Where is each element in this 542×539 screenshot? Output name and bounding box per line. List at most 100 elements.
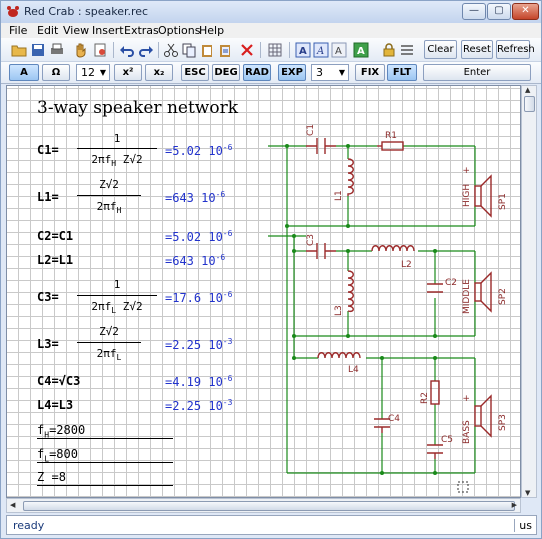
vertical-scrollbar[interactable]: ▲ ▼ <box>521 85 537 498</box>
menu-help[interactable]: Help <box>199 24 224 37</box>
cut-icon[interactable] <box>163 42 179 58</box>
paste-special-icon[interactable] <box>217 42 233 58</box>
label-plus-sp1: + <box>462 166 472 174</box>
junction <box>346 224 350 228</box>
main-toolbar: A A A A Clear Reset Refresh <box>1 38 541 62</box>
menu-file[interactable]: File <box>9 24 27 37</box>
subscript-button[interactable]: x₂ <box>145 64 173 81</box>
open-folder-icon[interactable] <box>11 42 27 58</box>
font-a-icon[interactable]: A <box>295 42 311 58</box>
delete-icon[interactable] <box>239 42 255 58</box>
capacitor-c2 <box>427 283 443 293</box>
scroll-up-arrow-icon[interactable]: ▲ <box>525 86 530 94</box>
reset-button[interactable]: Reset <box>461 40 493 59</box>
label-sp1: SP1 <box>498 193 508 210</box>
font-a-plain-icon[interactable]: A <box>331 42 347 58</box>
toolbar-separator <box>158 42 159 58</box>
flt-button[interactable]: FLT <box>387 64 417 81</box>
format-toolbar: A Ω 12 ▼ x² x₂ ESC DEG RAD EXP 3 ▼ FIX FLT… <box>1 62 541 84</box>
dropdown-arrow-icon: ▼ <box>338 68 345 77</box>
rad-button[interactable]: RAD <box>243 64 271 81</box>
label-c1: C1 <box>306 124 316 136</box>
cursor-box <box>457 481 469 493</box>
label-c3: C3 <box>306 234 316 246</box>
text-color-icon[interactable]: A <box>353 42 369 58</box>
undo-icon[interactable] <box>119 42 135 58</box>
refresh-button[interactable]: Refresh <box>496 40 535 59</box>
font-a-alt-icon[interactable]: A <box>313 42 329 58</box>
lines-icon[interactable] <box>399 42 415 58</box>
redo-icon[interactable] <box>138 42 154 58</box>
enter-button[interactable]: Enter <box>423 64 531 81</box>
toolbar-separator <box>289 42 290 58</box>
svg-text:A: A <box>299 46 307 57</box>
digits-value: 3 <box>316 66 323 79</box>
junction <box>285 224 289 228</box>
minimize-button[interactable]: — <box>462 3 486 20</box>
lock-icon[interactable] <box>381 42 397 58</box>
square-button[interactable]: x² <box>114 64 142 81</box>
speaker-sp2-body <box>474 282 482 302</box>
esc-button[interactable]: ESC <box>181 64 209 81</box>
horizontal-scroll-thumb[interactable] <box>23 501 515 511</box>
resistor-r2 <box>430 380 440 405</box>
junction <box>346 334 350 338</box>
junction <box>346 144 350 148</box>
label-middle: MIDDLE <box>462 279 472 314</box>
label-l3: L3 <box>334 305 344 316</box>
font-size-select[interactable]: 12 ▼ <box>76 64 110 81</box>
preview-icon[interactable] <box>92 42 108 58</box>
label-sp2: SP2 <box>498 288 508 305</box>
text-mode-button[interactable]: A <box>9 64 39 81</box>
menu-insert[interactable]: Insert <box>92 24 124 37</box>
status-bar: ready us <box>6 515 537 535</box>
symbol-button[interactable]: Ω <box>42 64 70 81</box>
dropdown-arrow-icon: ▼ <box>99 68 106 77</box>
maximize-button[interactable]: ▢ <box>487 3 511 20</box>
status-text: ready <box>13 519 45 532</box>
label-sp3: SP3 <box>498 414 508 431</box>
copy-icon[interactable] <box>181 42 197 58</box>
label-r2: R2 <box>420 392 430 404</box>
menu-extras[interactable]: Extras <box>124 24 159 37</box>
menu-edit[interactable]: Edit <box>37 24 58 37</box>
junction <box>292 234 296 238</box>
exp-button[interactable]: EXP <box>278 64 306 81</box>
save-icon[interactable] <box>30 42 46 58</box>
grid-icon[interactable] <box>267 42 283 58</box>
speaker-sp3-body <box>474 405 482 427</box>
component-labels: C1 R1 L1 HIGH + SP1 C3 L2 L3 C2 MIDDLE S… <box>306 124 508 445</box>
title-bar: Red Crab : speaker.rec — ▢ ✕ <box>1 1 541 23</box>
app-window: Red Crab : speaker.rec — ▢ ✕ File Edit V… <box>0 0 542 539</box>
menu-options[interactable]: Options <box>158 24 200 37</box>
scroll-left-arrow-icon[interactable]: ◀ <box>10 501 15 509</box>
digits-select[interactable]: 3 ▼ <box>311 64 349 81</box>
clear-button[interactable]: Clear <box>424 40 457 59</box>
capacitor-c1 <box>306 138 336 154</box>
junction <box>285 144 289 148</box>
menu-view[interactable]: View <box>63 24 89 37</box>
worksheet-editor[interactable]: 3-way speaker network C1= 1 2πfH Z√2 =5.… <box>6 85 521 498</box>
junctions <box>285 144 437 475</box>
junction <box>380 471 384 475</box>
deg-button[interactable]: DEG <box>212 64 240 81</box>
close-button[interactable]: ✕ <box>512 3 539 20</box>
horizontal-scrollbar[interactable]: ◀ ▶ <box>6 498 521 513</box>
hand-icon[interactable] <box>73 42 89 58</box>
label-bass: BASS <box>462 420 472 444</box>
print-icon[interactable] <box>49 42 65 58</box>
speaker-sp1-body <box>474 185 482 207</box>
paste-icon[interactable] <box>199 42 215 58</box>
junction <box>433 471 437 475</box>
svg-text:A: A <box>357 46 365 57</box>
label-high: HIGH <box>462 184 472 207</box>
vertical-scroll-thumb[interactable] <box>524 96 535 112</box>
label-l4: L4 <box>348 365 359 375</box>
junction <box>346 249 350 253</box>
scroll-right-arrow-icon[interactable]: ▶ <box>512 501 517 509</box>
scroll-down-arrow-icon[interactable]: ▼ <box>525 489 530 497</box>
label-c4: C4 <box>388 414 400 424</box>
junction <box>292 249 296 253</box>
label-r1: R1 <box>385 131 397 141</box>
fix-button[interactable]: FIX <box>355 64 385 81</box>
